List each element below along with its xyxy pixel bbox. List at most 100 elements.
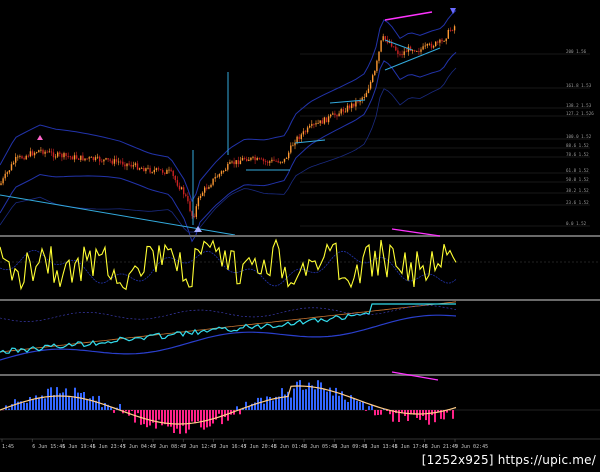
fib-level-label: 78.6 1.52 (566, 152, 589, 157)
candle-body (118, 162, 119, 163)
histogram-bar (419, 410, 421, 420)
candle-body (200, 196, 201, 198)
histogram-pane[interactable] (0, 372, 600, 434)
candle-body (105, 158, 106, 159)
candle-body (326, 117, 327, 122)
candle-body (290, 146, 291, 153)
candle-body (145, 168, 146, 171)
histogram-bar (377, 410, 379, 415)
candle-body (217, 177, 218, 178)
candle-body (166, 170, 167, 174)
histogram-bar (239, 410, 241, 414)
histogram-bar (35, 395, 37, 410)
candle-body (17, 157, 18, 158)
candle-body (44, 152, 45, 154)
candle-body (15, 157, 16, 163)
candle-body (40, 150, 41, 151)
candle-body (42, 150, 43, 154)
candle-body (11, 164, 12, 170)
oscillator-pane-1[interactable] (0, 229, 600, 289)
candle-body (425, 46, 426, 47)
candle-body (280, 162, 281, 163)
histogram-bar (83, 392, 85, 410)
candle-body (212, 179, 213, 185)
fib-level-label: 50.0 1.52 (566, 177, 589, 182)
candle-body (70, 156, 71, 157)
candle-body (414, 50, 415, 51)
fib-level-label: 23.6 1.52 (566, 200, 589, 205)
candle-body (404, 51, 405, 55)
candle-body (334, 113, 335, 115)
candle-body (53, 152, 54, 157)
candle-body (59, 153, 60, 154)
candle-body (364, 97, 365, 98)
candle-body (61, 154, 62, 157)
candle-body (219, 174, 220, 177)
candle-body (196, 206, 197, 217)
pane-separator-1[interactable] (0, 235, 600, 237)
chart-svg[interactable]: 200 1.56161.8 1.53138.2 1.53127.2 1.5261… (0, 0, 600, 468)
candle-body (383, 36, 384, 40)
candle-body (427, 44, 428, 46)
candle-body (341, 109, 342, 113)
candle-body (5, 174, 6, 179)
histogram-bar (272, 401, 274, 411)
pane-separator-2[interactable] (0, 299, 600, 301)
candle-body (380, 40, 381, 51)
candle-body (254, 157, 255, 160)
arrow-markers (37, 8, 456, 232)
candle-body (238, 160, 239, 164)
histogram-bar (155, 410, 157, 429)
image-host-watermark: [1252x925] https://upic.me/ (418, 452, 600, 468)
histogram-bar (374, 410, 376, 415)
histogram-bar (290, 398, 292, 410)
candle-body (244, 158, 245, 159)
candle-body (324, 117, 325, 123)
candle-body (412, 50, 413, 51)
candle-body (95, 157, 96, 160)
fibonacci-levels: 200 1.56161.8 1.53138.2 1.53127.2 1.5261… (300, 49, 594, 226)
candle-body (431, 44, 432, 48)
histogram-bar (173, 410, 175, 433)
histogram-bar (266, 396, 268, 410)
candle-body (74, 155, 75, 159)
histogram-bar (23, 403, 25, 410)
candle-body (347, 106, 348, 112)
time-label: 8 Jun 17:45 (395, 444, 428, 450)
candle-body (82, 156, 83, 161)
histogram-bar (344, 400, 346, 410)
candle-body (221, 171, 222, 174)
candle-body (175, 176, 176, 180)
candle-body (110, 160, 111, 161)
candle-body (446, 39, 447, 42)
trendline-5[interactable] (385, 40, 412, 50)
candle-body (248, 160, 249, 161)
candle-body (288, 153, 289, 159)
candle-body (349, 106, 350, 109)
candle-body (271, 160, 272, 162)
histogram-bar (326, 392, 328, 410)
histogram-bar (380, 410, 382, 415)
candle-body (177, 180, 178, 186)
histogram-bar (353, 398, 355, 410)
time-label: 8 Jun 05:45 (304, 444, 337, 450)
oscillator-pane-2[interactable] (0, 302, 456, 360)
candle-body (278, 161, 279, 163)
histogram-bar (320, 382, 322, 410)
candle-body (315, 123, 316, 124)
price-pane[interactable]: 200 1.56161.8 1.53138.2 1.53127.2 1.5261… (0, 8, 594, 241)
fib-level-label: 200 1.56 (566, 49, 587, 54)
candle-body (78, 159, 79, 160)
divergence-line-osc1 (392, 229, 440, 236)
histogram-bar (137, 410, 139, 413)
pane-separator-3[interactable] (0, 374, 600, 376)
candle-body (422, 46, 423, 49)
candle-body (122, 162, 123, 165)
candle-body (368, 89, 369, 93)
candle-body (267, 162, 268, 163)
histogram-bar (368, 406, 370, 410)
candle-body (406, 51, 407, 52)
candle-body (322, 120, 323, 123)
histogram-bar (185, 410, 187, 433)
time-label: 1:45 (2, 444, 14, 450)
